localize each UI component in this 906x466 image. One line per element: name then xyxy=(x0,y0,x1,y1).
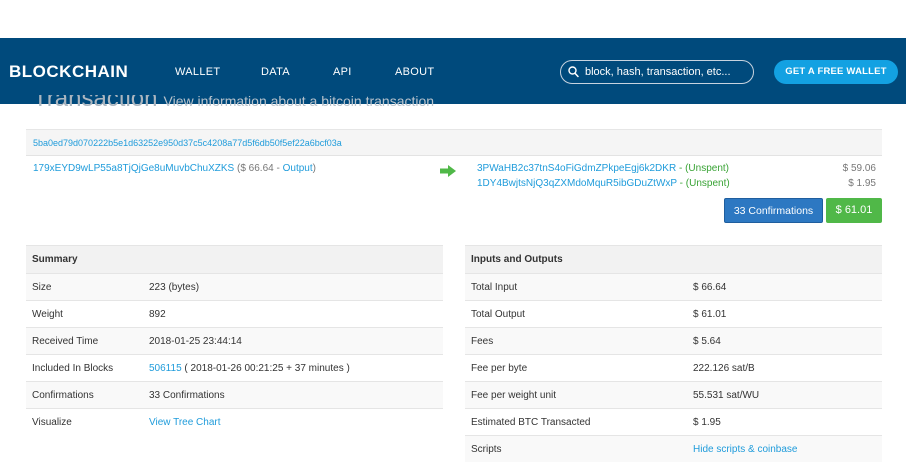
nav-data[interactable]: DATA xyxy=(261,66,290,78)
search-input[interactable] xyxy=(585,64,745,80)
table-row: Weight 892 xyxy=(26,300,443,328)
page-title: Transaction xyxy=(33,95,158,109)
output-amount: $ 1.95 xyxy=(848,178,876,189)
get-free-wallet-button[interactable]: GET A FREE WALLET xyxy=(774,60,898,84)
row-value: 223 (bytes) xyxy=(149,273,443,301)
input-amount: $ 66.64 xyxy=(240,163,274,174)
input-address-link[interactable]: 179xEYD9wLP55a8TjQjGe8uMuvbChuXZKS xyxy=(33,163,234,174)
row-label: Fees xyxy=(465,327,693,355)
row-label: Total Output xyxy=(465,300,693,328)
output-status: (Unspent) xyxy=(685,163,729,174)
output-row-1: 3PWaHB2c37tnS4oFiGdmZPkpeEgj6k2DKR - (Un… xyxy=(477,163,729,174)
input-close-paren: ) xyxy=(312,163,316,174)
row-value: 892 xyxy=(149,300,443,328)
row-label: Weight xyxy=(26,300,149,328)
row-label: Total Input xyxy=(465,273,693,301)
search-icon xyxy=(568,66,579,78)
io-title: Inputs and Outputs xyxy=(465,245,882,274)
page-subtitle: View information about a bitcoin transac… xyxy=(163,95,435,109)
input-sep: - xyxy=(276,163,280,174)
row-label: Included In Blocks xyxy=(26,354,149,382)
tx-input: 179xEYD9wLP55a8TjQjGe8uMuvbChuXZKS ($ 66… xyxy=(33,163,316,174)
output-dash: - xyxy=(679,178,684,189)
row-value: 2018-01-25 23:44:14 xyxy=(149,327,443,355)
table-row: Total Output $ 61.01 xyxy=(465,300,882,328)
top-strip xyxy=(0,0,906,38)
output-row-2: 1DY4BwjtsNjQ3qZXMdoMquR5ibGDuZtWxP - (Un… xyxy=(477,178,730,189)
row-value: 33 Confirmations xyxy=(149,381,443,409)
row-value: $ 5.64 xyxy=(693,327,882,355)
nav-wallet[interactable]: WALLET xyxy=(175,66,220,78)
row-label: Size xyxy=(26,273,149,301)
nav-about[interactable]: ABOUT xyxy=(395,66,434,78)
table-row: Size 223 (bytes) xyxy=(26,273,443,301)
row-value: View Tree Chart xyxy=(149,408,443,435)
confirmations-button[interactable]: 33 Confirmations xyxy=(724,198,823,223)
row-label: Estimated BTC Transacted xyxy=(465,408,693,436)
row-label: Confirmations xyxy=(26,381,149,409)
search-box xyxy=(560,60,754,84)
output-amount: $ 59.06 xyxy=(842,163,876,174)
nav-api[interactable]: API xyxy=(333,66,352,78)
row-label: Received Time xyxy=(26,327,149,355)
tx-hash-row: 5ba0ed79d070222b5e1d63252e950d37c5c4208a… xyxy=(26,129,882,156)
input-output-link[interactable]: Output xyxy=(283,163,313,174)
table-row: Fee per weight unit 55.531 sat/WU xyxy=(465,381,882,409)
table-row: Estimated BTC Transacted $ 1.95 xyxy=(465,408,882,436)
table-row: Total Input $ 66.64 xyxy=(465,273,882,301)
row-value: 222.126 sat/B xyxy=(693,354,882,382)
row-value: $ 66.64 xyxy=(693,273,882,301)
block-height-link[interactable]: 506115 xyxy=(149,363,182,374)
row-label: Fee per weight unit xyxy=(465,381,693,409)
view-tree-chart-link[interactable]: View Tree Chart xyxy=(149,417,221,428)
page-heading: Transaction View information about a bitc… xyxy=(33,95,633,109)
total-amount-button[interactable]: $ 61.01 xyxy=(826,198,882,223)
row-value: $ 61.01 xyxy=(693,300,882,328)
table-row: Visualize View Tree Chart xyxy=(26,408,443,435)
logo[interactable]: BLOCKCHAIN xyxy=(9,62,128,82)
output-address-link[interactable]: 3PWaHB2c37tnS4oFiGdmZPkpeEgj6k2DKR xyxy=(477,163,676,174)
row-label: Scripts xyxy=(465,435,693,462)
arrow-right-icon xyxy=(440,165,456,177)
summary-title: Summary xyxy=(26,245,443,274)
table-row: Confirmations 33 Confirmations xyxy=(26,381,443,409)
output-status: (Unspent) xyxy=(685,178,730,189)
tx-hash-link[interactable]: 5ba0ed79d070222b5e1d63252e950d37c5c4208a… xyxy=(33,138,342,148)
row-value: Hide scripts & coinbase xyxy=(693,435,882,462)
summary-table: Summary Size 223 (bytes) Weight 892 Rece… xyxy=(26,245,443,435)
output-dash: - xyxy=(678,163,683,174)
table-row: Fee per byte 222.126 sat/B xyxy=(465,354,882,382)
table-row: Included In Blocks 506115 ( 2018-01-26 0… xyxy=(26,354,443,382)
row-value: $ 1.95 xyxy=(693,408,882,436)
table-row: Fees $ 5.64 xyxy=(465,327,882,355)
inputs-outputs-table: Inputs and Outputs Total Input $ 66.64 T… xyxy=(465,245,882,462)
table-row: Received Time 2018-01-25 23:44:14 xyxy=(26,327,443,355)
row-label: Fee per byte xyxy=(465,354,693,382)
row-value: 55.531 sat/WU xyxy=(693,381,882,409)
output-address-link[interactable]: 1DY4BwjtsNjQ3qZXMdoMquR5ibGDuZtWxP xyxy=(477,178,677,189)
table-row: Scripts Hide scripts & coinbase xyxy=(465,435,882,462)
row-label: Visualize xyxy=(26,408,149,435)
row-value: 506115 ( 2018-01-26 00:21:25 + 37 minute… xyxy=(149,354,443,382)
block-time: ( 2018-01-26 00:21:25 + 37 minutes ) xyxy=(181,362,350,374)
hide-scripts-link[interactable]: Hide scripts & coinbase xyxy=(693,444,798,455)
